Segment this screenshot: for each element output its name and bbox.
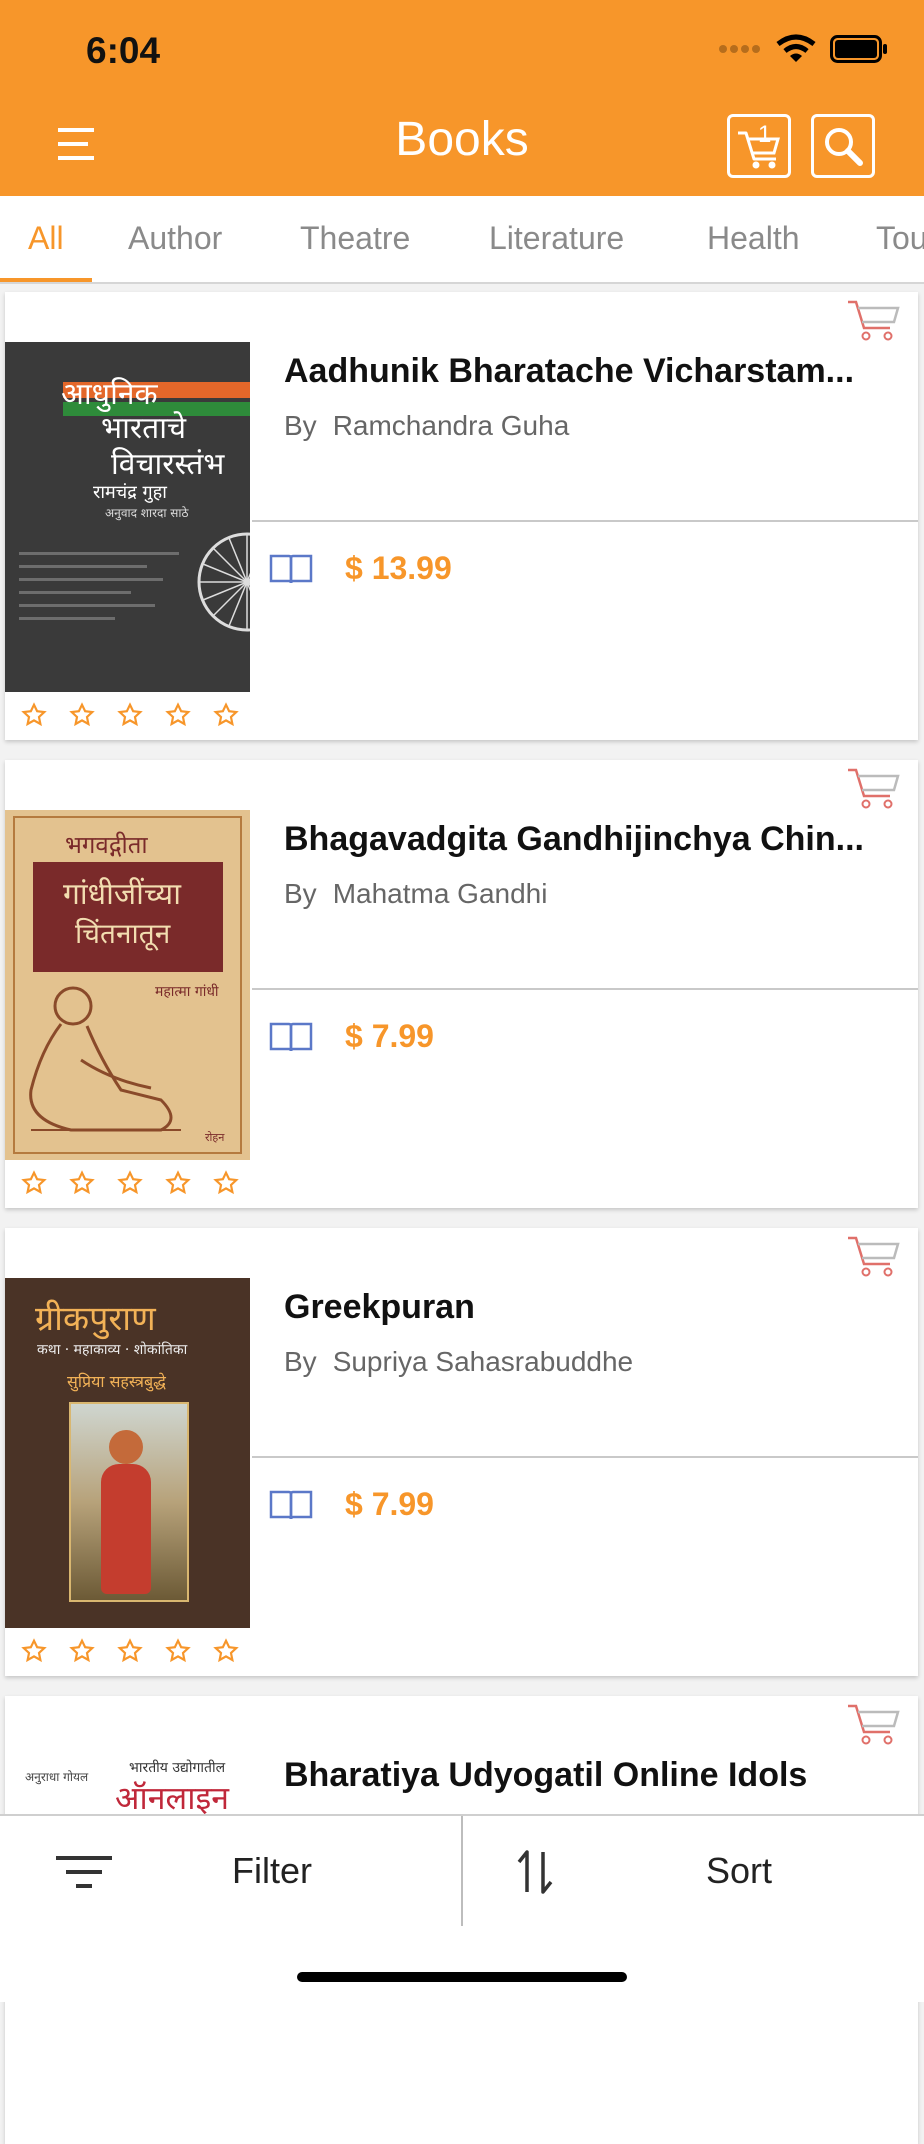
- book-title[interactable]: Bhagavadgita Gandhijinchya Chin...: [284, 820, 904, 859]
- cover-title-line2: कथा · महाकाव्य · शोकांतिका: [37, 1342, 188, 1358]
- cover-title-line1: भारतीय उद्योगातील: [129, 1760, 226, 1776]
- author-name: Supriya Sahasrabuddhe: [332, 1346, 634, 1377]
- tab-tou[interactable]: Tou: [876, 220, 924, 257]
- cover-title-line3: चिंतनातून: [75, 917, 171, 950]
- add-to-cart-icon[interactable]: [844, 764, 904, 812]
- cover-title-line3: विचारस्तंभ: [111, 447, 225, 482]
- book-card[interactable]: भगवद्गीता गांधीजींच्या चिंतनातून महात्मा…: [5, 760, 918, 1208]
- star-icon[interactable]: [117, 702, 143, 728]
- status-time: 6:04: [86, 30, 161, 71]
- star-icon[interactable]: [165, 1638, 191, 1664]
- add-to-cart-icon[interactable]: [844, 1232, 904, 1280]
- book-card[interactable]: आधुनिक भारताचे विचारस्तंभ रामचंद्र गुहा …: [5, 292, 918, 740]
- book-title[interactable]: Greekpuran: [284, 1288, 904, 1327]
- cart-count: 1: [758, 121, 772, 148]
- book-price: $ 13.99: [345, 550, 452, 586]
- star-icon[interactable]: [213, 1638, 239, 1664]
- home-indicator[interactable]: [297, 1972, 627, 1982]
- cover-title-line1: ग्रीकपुराण: [35, 1299, 156, 1339]
- star-icon[interactable]: [21, 702, 47, 728]
- sort-button[interactable]: Sort: [463, 1816, 924, 1926]
- add-to-cart-icon[interactable]: [844, 1700, 904, 1748]
- tab-theatre[interactable]: Theatre: [300, 220, 410, 257]
- cover-subtitle: अनुवाद शारदा साठे: [105, 506, 189, 520]
- cover-title-line2: गांधीजींच्या: [63, 877, 181, 912]
- tab-all[interactable]: All: [28, 220, 64, 257]
- divider: [252, 988, 918, 990]
- cover-title-line2: ऑनलाइन: [115, 1779, 229, 1817]
- tab-author[interactable]: Author: [128, 220, 222, 257]
- rating-stars[interactable]: [21, 1638, 239, 1664]
- wifi-icon: [776, 34, 816, 62]
- read-sample-icon[interactable]: [268, 1488, 314, 1522]
- chakra-illustration: [197, 532, 250, 632]
- book-card[interactable]: ग्रीकपुराण कथा · महाकाव्य · शोकांतिका सु…: [5, 1228, 918, 1676]
- rating-stars[interactable]: [21, 1170, 239, 1196]
- book-author-line: By Ramchandra Guha: [284, 410, 569, 442]
- add-to-cart-icon[interactable]: [844, 296, 904, 344]
- star-icon[interactable]: [69, 1170, 95, 1196]
- book-author-line: By Mahatma Gandhi: [284, 878, 547, 910]
- battery-icon: [830, 35, 887, 63]
- star-icon[interactable]: [69, 1638, 95, 1664]
- filter-icon: [56, 1856, 112, 1888]
- tab-health[interactable]: Health: [707, 220, 800, 257]
- author-name: Ramchandra Guha: [332, 410, 570, 441]
- cover-title-line2: भारताचे: [101, 411, 187, 446]
- star-icon[interactable]: [69, 702, 95, 728]
- book-price: $ 7.99: [345, 1018, 434, 1054]
- cover-title-line3: सुप्रिया सहस्त्रबुद्धे: [67, 1372, 166, 1391]
- divider: [252, 1456, 918, 1458]
- category-tabs: All Author Theatre Literature Health Tou: [0, 196, 924, 284]
- by-label: By: [284, 410, 317, 441]
- star-icon[interactable]: [165, 702, 191, 728]
- divider: [252, 520, 918, 522]
- book-title[interactable]: Aadhunik Bharatache Vicharstam...: [284, 352, 904, 391]
- book-author-line: By Supriya Sahasrabuddhe: [284, 1346, 633, 1378]
- filter-label: Filter: [232, 1850, 312, 1891]
- cover-author: रामचंद्र गुहा: [93, 482, 167, 503]
- star-icon[interactable]: [21, 1170, 47, 1196]
- star-icon[interactable]: [213, 702, 239, 728]
- read-sample-icon[interactable]: [268, 1020, 314, 1054]
- star-icon[interactable]: [21, 1638, 47, 1664]
- by-label: By: [284, 878, 317, 909]
- app-header: 6:04 Books 1: [0, 0, 924, 196]
- gandhi-illustration: [29, 986, 181, 1132]
- cover-publisher: रोहन: [205, 1131, 225, 1144]
- by-label: By: [284, 1346, 317, 1377]
- star-icon[interactable]: [165, 1170, 191, 1196]
- status-icons: [718, 34, 888, 64]
- cover-title-line1: भगवद्गीता: [65, 831, 148, 859]
- read-sample-icon[interactable]: [268, 552, 314, 586]
- rating-stars[interactable]: [21, 702, 239, 728]
- search-button[interactable]: [811, 114, 875, 178]
- sort-label: Sort: [706, 1850, 773, 1891]
- star-icon[interactable]: [117, 1638, 143, 1664]
- cover-painting: [69, 1402, 189, 1602]
- search-icon: [825, 128, 863, 166]
- book-price: $ 7.99: [345, 1486, 434, 1522]
- author-name: Mahatma Gandhi: [332, 878, 548, 909]
- signal-icon: [719, 45, 760, 53]
- filter-button[interactable]: Filter: [0, 1816, 461, 1926]
- book-cover[interactable]: आधुनिक भारताचे विचारस्तंभ रामचंद्र गुहा …: [5, 342, 250, 692]
- cover-title-line3: अनुराधा गोयल: [25, 1770, 89, 1784]
- cart-button[interactable]: 1: [727, 114, 791, 178]
- active-tab-indicator: [0, 278, 92, 282]
- book-cover[interactable]: ग्रीकपुराण कथा · महाकाव्य · शोकांतिका सु…: [5, 1278, 250, 1628]
- star-icon[interactable]: [117, 1170, 143, 1196]
- book-cover[interactable]: भगवद्गीता गांधीजींच्या चिंतनातून महात्मा…: [5, 810, 250, 1160]
- tab-literature[interactable]: Literature: [489, 220, 624, 257]
- book-title[interactable]: Bharatiya Udyogatil Online Idols: [284, 1756, 904, 1795]
- sort-icon: [517, 1850, 553, 1894]
- star-icon[interactable]: [213, 1170, 239, 1196]
